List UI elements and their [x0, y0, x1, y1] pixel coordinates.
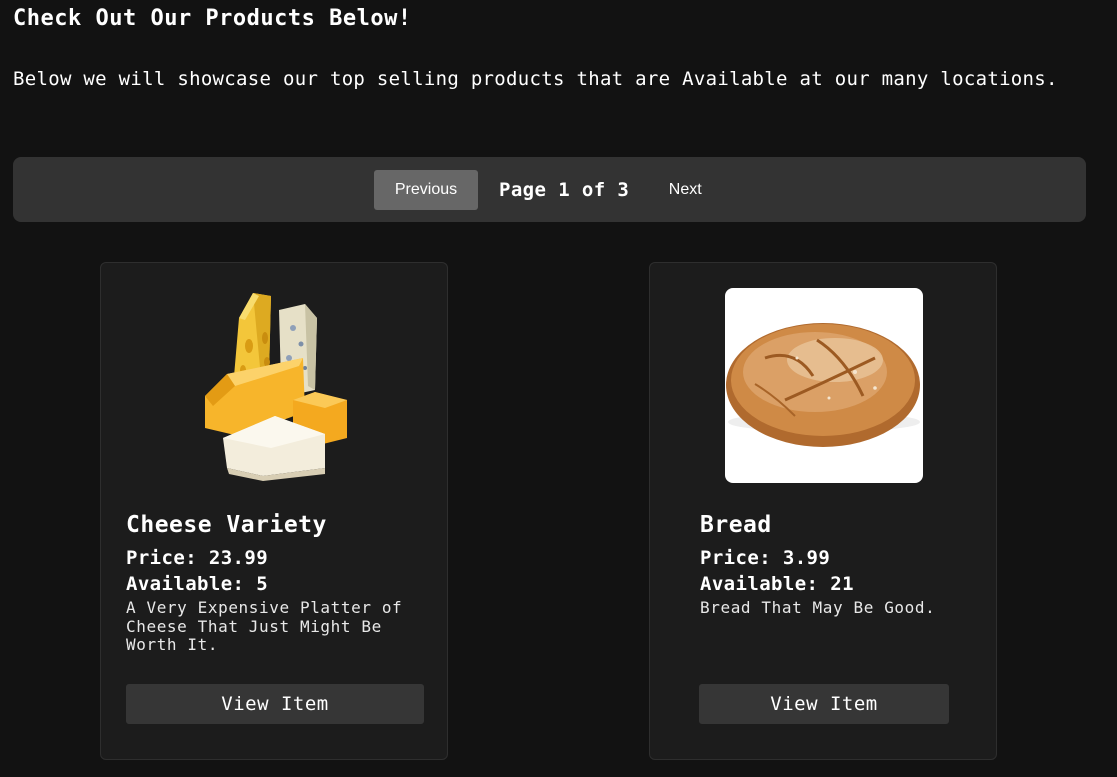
- product-details: Cheese Variety Price: 23.99 Available: 5…: [126, 510, 426, 655]
- product-description: A Very Expensive Platter of Cheese That …: [126, 598, 403, 654]
- bread-icon: [726, 323, 920, 447]
- cheese-image: [175, 288, 373, 483]
- page-indicator: Page 1 of 3: [499, 179, 630, 201]
- product-availability: Available: 21: [700, 573, 854, 595]
- bread-image: [725, 288, 923, 483]
- page-title: Check Out Our Products Below!: [13, 6, 412, 31]
- product-details: Bread Price: 3.99 Available: 21 Bread Th…: [700, 510, 990, 618]
- product-name: Bread: [700, 512, 772, 538]
- next-button[interactable]: Next: [652, 170, 718, 210]
- product-name: Cheese Variety: [126, 512, 327, 538]
- view-item-button[interactable]: View Item: [126, 684, 424, 724]
- product-price: Price: 23.99: [126, 547, 269, 569]
- view-item-button[interactable]: View Item: [699, 684, 949, 724]
- pagination-bar: Previous Page 1 of 3 Next: [13, 157, 1086, 222]
- previous-button[interactable]: Previous: [374, 170, 478, 210]
- cheese-icon: [205, 293, 347, 481]
- intro-text: Below we will showcase our top selling p…: [13, 68, 1058, 90]
- pagination-controls: Previous Page 1 of 3 Next: [374, 170, 718, 210]
- product-card-bread: Bread Price: 3.99 Available: 21 Bread Th…: [649, 262, 997, 760]
- product-card-cheese: Cheese Variety Price: 23.99 Available: 5…: [100, 262, 448, 760]
- product-price: Price: 3.99: [700, 547, 831, 569]
- product-description: Bread That May Be Good.: [700, 598, 936, 617]
- product-availability: Available: 5: [126, 573, 269, 595]
